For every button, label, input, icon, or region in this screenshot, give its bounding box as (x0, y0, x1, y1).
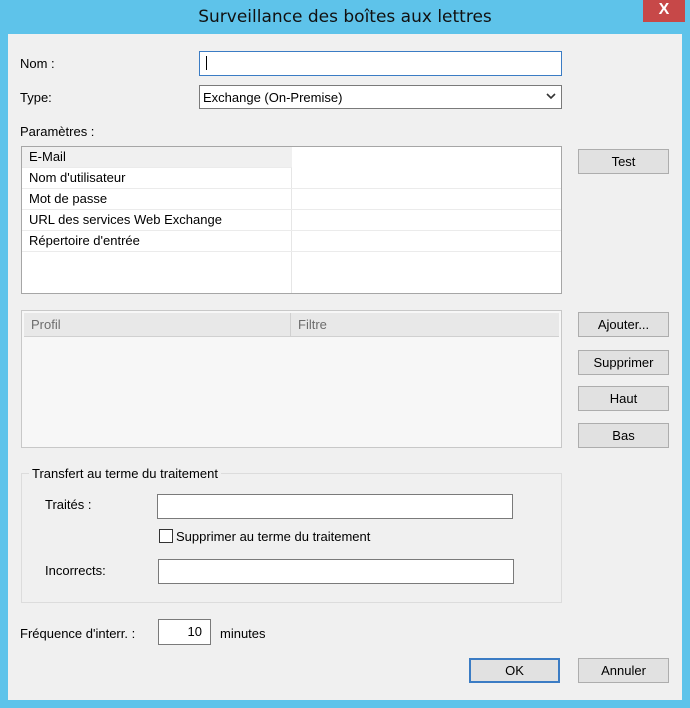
profiles-listview[interactable]: Profil Filtre (21, 310, 562, 448)
name-input[interactable] (199, 51, 562, 76)
params-label: Paramètres : (20, 124, 95, 139)
incorrects-label: Incorrects: (45, 563, 106, 578)
traites-input[interactable] (157, 494, 513, 519)
ok-button[interactable]: OK (469, 658, 560, 683)
name-label: Nom : (20, 56, 55, 71)
params-row-empty (22, 252, 561, 273)
dialog-client-area: Nom : Type: Exchange (On-Premise) Paramè… (8, 34, 682, 700)
type-select[interactable]: Exchange (On-Premise) (199, 85, 562, 109)
frequency-input[interactable]: 10 (158, 619, 211, 645)
params-row-key: E-Mail (29, 149, 66, 164)
transfer-group-title: Transfert au terme du traitement (29, 466, 221, 481)
params-row-key: Nom d'utilisateur (29, 170, 126, 185)
close-icon: X (658, 1, 670, 18)
params-row-value[interactable] (292, 147, 561, 168)
type-label: Type: (20, 90, 52, 105)
title-bar[interactable]: Surveillance des boîtes aux lettres X (0, 0, 690, 34)
frequency-label: Fréquence d'interr. : (20, 626, 136, 641)
delete-button[interactable]: Supprimer (578, 350, 669, 375)
params-row-value[interactable] (292, 189, 561, 210)
type-select-value: Exchange (On-Premise) (203, 90, 343, 105)
profiles-header: Profil Filtre (24, 313, 559, 337)
delete-after-processing-checkbox[interactable] (159, 529, 173, 543)
chevron-down-icon (546, 93, 556, 100)
params-row-key: Répertoire d'entrée (29, 233, 140, 248)
column-header-filtre[interactable]: Filtre (291, 313, 559, 337)
add-button[interactable]: Ajouter... (578, 312, 669, 337)
params-row-value[interactable] (292, 168, 561, 189)
params-row-value[interactable] (292, 231, 561, 252)
text-caret (206, 56, 207, 70)
test-button[interactable]: Test (578, 149, 669, 174)
params-row[interactable]: Mot de passe (22, 189, 561, 210)
incorrects-input[interactable] (158, 559, 514, 584)
delete-after-processing-label[interactable]: Supprimer au terme du traitement (176, 529, 370, 544)
params-row-value[interactable] (292, 210, 561, 231)
params-row-key: URL des services Web Exchange (29, 212, 222, 227)
window-title: Surveillance des boîtes aux lettres (198, 7, 492, 27)
move-up-button[interactable]: Haut (578, 386, 669, 411)
params-grid[interactable]: E-Mail Nom d'utilisateur Mot de passe UR… (21, 146, 562, 294)
frequency-unit: minutes (220, 626, 266, 641)
move-down-button[interactable]: Bas (578, 423, 669, 448)
column-header-profil[interactable]: Profil (24, 313, 291, 337)
params-row[interactable]: URL des services Web Exchange (22, 210, 561, 231)
dialog-window: Surveillance des boîtes aux lettres X No… (0, 0, 690, 708)
params-row-key: Mot de passe (29, 191, 108, 206)
params-row[interactable]: Nom d'utilisateur (22, 168, 561, 189)
traites-label: Traités : (45, 497, 92, 512)
params-row[interactable]: E-Mail (22, 147, 561, 168)
cancel-button[interactable]: Annuler (578, 658, 669, 683)
params-row[interactable]: Répertoire d'entrée (22, 231, 561, 252)
close-button[interactable]: X (643, 0, 685, 22)
